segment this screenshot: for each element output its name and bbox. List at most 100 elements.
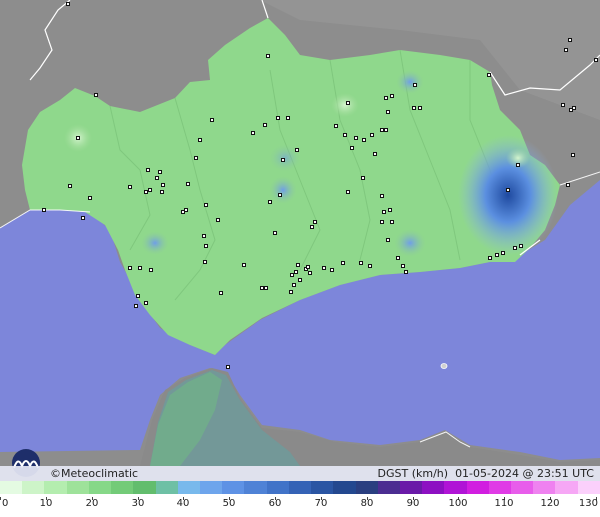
station-marker[interactable] [68,184,72,188]
station-marker[interactable] [516,163,520,167]
station-marker[interactable] [263,123,267,127]
station-marker[interactable] [204,244,208,248]
station-marker[interactable] [289,290,293,294]
station-marker[interactable] [380,128,384,132]
station-marker[interactable] [404,270,408,274]
station-marker[interactable] [128,266,132,270]
station-marker[interactable] [396,256,400,260]
station-marker[interactable] [210,118,214,122]
station-marker[interactable] [488,256,492,260]
station-marker[interactable] [298,278,302,282]
station-marker[interactable] [343,133,347,137]
station-marker[interactable] [184,208,188,212]
station-marker[interactable] [276,116,280,120]
station-marker[interactable] [203,260,207,264]
station-marker[interactable] [390,220,394,224]
station-marker[interactable] [346,190,350,194]
station-marker[interactable] [487,73,491,77]
station-marker[interactable] [413,83,417,87]
station-marker[interactable] [569,108,573,112]
station-marker[interactable] [384,96,388,100]
station-marker[interactable] [418,106,422,110]
station-marker[interactable] [136,294,140,298]
station-marker[interactable] [568,38,572,42]
station-marker[interactable] [386,110,390,114]
station-marker[interactable] [161,183,165,187]
station-marker[interactable] [390,94,394,98]
station-marker[interactable] [194,156,198,160]
station-marker[interactable] [216,218,220,222]
station-marker[interactable] [346,101,350,105]
station-marker[interactable] [186,182,190,186]
station-marker[interactable] [412,106,416,110]
station-marker[interactable] [513,246,517,250]
station-marker[interactable] [242,263,246,267]
station-marker[interactable] [373,152,377,156]
station-marker[interactable] [292,283,296,287]
station-marker[interactable] [144,190,148,194]
station-marker[interactable] [310,225,314,229]
station-marker[interactable] [386,238,390,242]
station-marker[interactable] [88,196,92,200]
station-marker[interactable] [251,131,255,135]
station-marker[interactable] [294,270,298,274]
station-marker[interactable] [519,244,523,248]
station-marker[interactable] [94,93,98,97]
station-marker[interactable] [158,170,162,174]
station-marker[interactable] [278,193,282,197]
station-marker[interactable] [134,304,138,308]
station-marker[interactable] [382,210,386,214]
station-marker[interactable] [594,58,598,62]
station-marker[interactable] [264,286,268,290]
station-marker[interactable] [350,146,354,150]
station-marker[interactable] [341,261,345,265]
station-marker[interactable] [138,266,142,270]
station-marker[interactable] [384,128,388,132]
station-marker[interactable] [268,200,272,204]
station-marker[interactable] [330,268,334,272]
station-marker[interactable] [388,208,392,212]
station-marker[interactable] [306,265,310,269]
station-marker[interactable] [362,138,366,142]
station-marker[interactable] [561,103,565,107]
station-marker[interactable] [204,203,208,207]
station-marker[interactable] [226,365,230,369]
station-marker[interactable] [571,153,575,157]
station-marker[interactable] [76,136,80,140]
station-marker[interactable] [286,116,290,120]
station-marker[interactable] [313,220,317,224]
station-marker[interactable] [155,176,159,180]
station-marker[interactable] [128,185,132,189]
station-marker[interactable] [564,48,568,52]
station-marker[interactable] [308,271,312,275]
station-marker[interactable] [281,158,285,162]
station-marker[interactable] [66,2,70,6]
station-marker[interactable] [501,251,505,255]
station-marker[interactable] [295,148,299,152]
station-marker[interactable] [334,124,338,128]
station-marker[interactable] [370,133,374,137]
station-marker[interactable] [260,286,264,290]
station-marker[interactable] [198,138,202,142]
station-marker[interactable] [148,188,152,192]
station-marker[interactable] [380,194,384,198]
station-marker[interactable] [219,291,223,295]
station-marker[interactable] [149,268,153,272]
station-marker[interactable] [202,234,206,238]
station-marker[interactable] [160,190,164,194]
station-marker[interactable] [359,261,363,265]
station-marker[interactable] [146,168,150,172]
station-marker[interactable] [401,264,405,268]
station-marker[interactable] [273,231,277,235]
station-marker[interactable] [81,216,85,220]
station-marker[interactable] [380,220,384,224]
station-marker[interactable] [361,176,365,180]
station-marker[interactable] [322,266,326,270]
station-marker[interactable] [368,264,372,268]
station-marker[interactable] [266,54,270,58]
station-marker[interactable] [354,136,358,140]
station-marker[interactable] [144,301,148,305]
station-marker[interactable] [495,253,499,257]
station-marker[interactable] [290,273,294,277]
station-marker[interactable] [42,208,46,212]
